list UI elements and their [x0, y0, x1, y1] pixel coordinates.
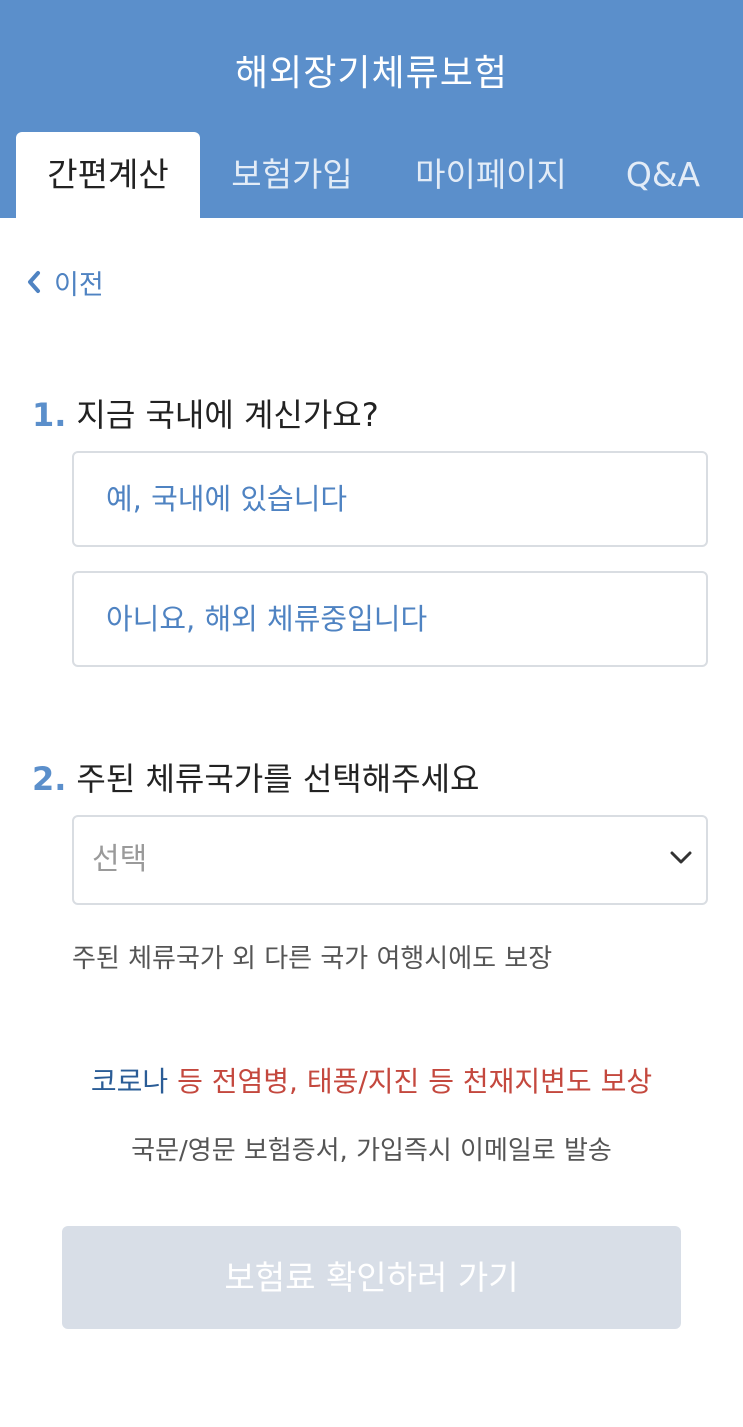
app-title: 해외장기체류보험	[235, 53, 508, 94]
promo-text: 코로나 등 전염병, 태풍/지진 등 천재지변도 보상	[0, 1060, 743, 1100]
question-2: 2. 주된 체류국가를 선택해주세요	[32, 754, 480, 800]
promo-coverage: 등 전염병, 태풍/지진 등 천재지변도 보상	[168, 1065, 653, 1098]
country-select[interactable]: 선택	[72, 815, 708, 905]
tab-qna[interactable]: Q&A	[608, 132, 718, 218]
question-2-text: 주된 체류국가를 선택해주세요	[76, 760, 480, 798]
option-overseas-button[interactable]: 아니요, 해외 체류중입니다	[72, 571, 708, 667]
country-select-value: 선택	[92, 842, 148, 877]
tab-signup[interactable]: 보험가입	[210, 132, 374, 218]
chevron-down-icon	[670, 851, 692, 864]
tab-mypage[interactable]: 마이페이지	[394, 132, 588, 218]
tab-bar: 간편계산 보험가입 마이페이지 Q&A	[0, 132, 743, 218]
tab-quick-calc[interactable]: 간편계산	[16, 132, 200, 218]
question-1-number: 1.	[32, 396, 67, 434]
question-2-number: 2.	[32, 760, 67, 798]
chevron-left-icon	[28, 271, 40, 293]
back-link[interactable]: 이전	[26, 262, 104, 302]
question-1-text: 지금 국내에 계신가요?	[76, 396, 379, 434]
country-note: 주된 체류국가 외 다른 국가 여행시에도 보장	[72, 944, 553, 974]
back-label: 이전	[54, 269, 104, 301]
check-premium-button[interactable]: 보험료 확인하러 가기	[62, 1226, 681, 1329]
option-in-korea-button[interactable]: 예, 국내에 있습니다	[72, 451, 708, 547]
certificate-note: 국문/영문 보험증서, 가입즉시 이메일로 발송	[131, 1136, 612, 1166]
app-header: 해외장기체류보험 간편계산 보험가입 마이페이지 Q&A	[0, 0, 743, 218]
question-1: 1. 지금 국내에 계신가요?	[32, 390, 379, 436]
promo-highlight: 코로나	[90, 1065, 169, 1098]
